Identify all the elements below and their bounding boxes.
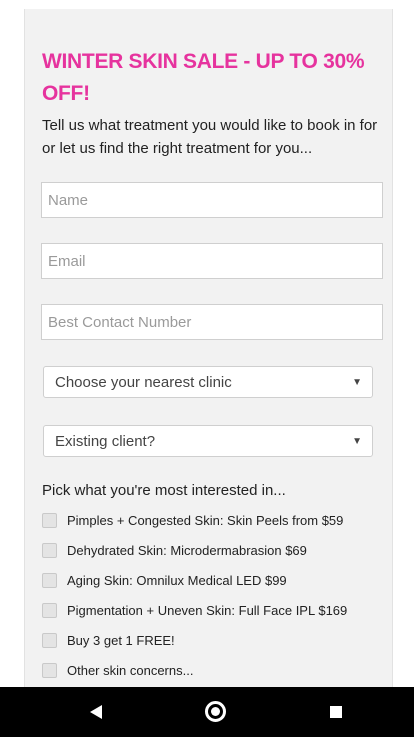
- name-input[interactable]: [41, 182, 383, 218]
- interest-option-buy3[interactable]: Buy 3 get 1 FREE!: [42, 629, 175, 651]
- option-label: Pigmentation + Uneven Skin: Full Face IP…: [67, 602, 348, 618]
- back-icon[interactable]: [90, 705, 102, 719]
- booking-form-panel: WINTER SKIN SALE - UP TO 30% OFF! Tell u…: [24, 9, 393, 687]
- screen: WINTER SKIN SALE - UP TO 30% OFF! Tell u…: [0, 0, 414, 737]
- interest-option-pigmentation[interactable]: Pigmentation + Uneven Skin: Full Face IP…: [42, 599, 347, 621]
- home-icon[interactable]: [205, 701, 226, 722]
- chevron-down-icon: ▼: [352, 435, 362, 447]
- sale-headline: WINTER SKIN SALE - UP TO 30% OFF!: [42, 50, 365, 105]
- checkbox[interactable]: [42, 512, 57, 528]
- interest-option-aging[interactable]: Aging Skin: Omnilux Medical LED $99: [42, 569, 287, 591]
- option-label: Pimples + Congested Skin: Skin Peels fro…: [67, 512, 344, 528]
- option-label: Other skin concerns...: [67, 662, 194, 678]
- option-label: Aging Skin: Omnilux Medical LED $99: [67, 572, 287, 588]
- recents-icon[interactable]: [330, 706, 342, 718]
- existing-client-select-label: Existing client?: [55, 432, 156, 450]
- phone-input[interactable]: [41, 304, 383, 340]
- interest-option-pimples[interactable]: Pimples + Congested Skin: Skin Peels fro…: [42, 509, 343, 531]
- checkbox[interactable]: [42, 632, 57, 648]
- intro-text: Tell us what treatment you would like to…: [42, 117, 378, 157]
- chevron-down-icon: ▼: [352, 376, 362, 388]
- option-label: Dehydrated Skin: Microdermabrasion $69: [67, 542, 307, 558]
- clinic-select[interactable]: Choose your nearest clinic ▼: [43, 366, 373, 398]
- interest-title: Pick what you're most interested in...: [42, 482, 286, 499]
- interest-option-dehydrated[interactable]: Dehydrated Skin: Microdermabrasion $69: [42, 539, 307, 561]
- existing-client-select[interactable]: Existing client? ▼: [43, 425, 373, 457]
- clinic-select-label: Choose your nearest clinic: [55, 373, 232, 391]
- checkbox[interactable]: [42, 572, 57, 588]
- interest-option-other[interactable]: Other skin concerns...: [42, 659, 193, 681]
- checkbox[interactable]: [42, 662, 57, 678]
- android-nav-bar: [0, 687, 414, 737]
- option-label: Buy 3 get 1 FREE!: [67, 632, 175, 648]
- email-input[interactable]: [41, 243, 383, 279]
- checkbox[interactable]: [42, 542, 57, 558]
- checkbox[interactable]: [42, 602, 57, 618]
